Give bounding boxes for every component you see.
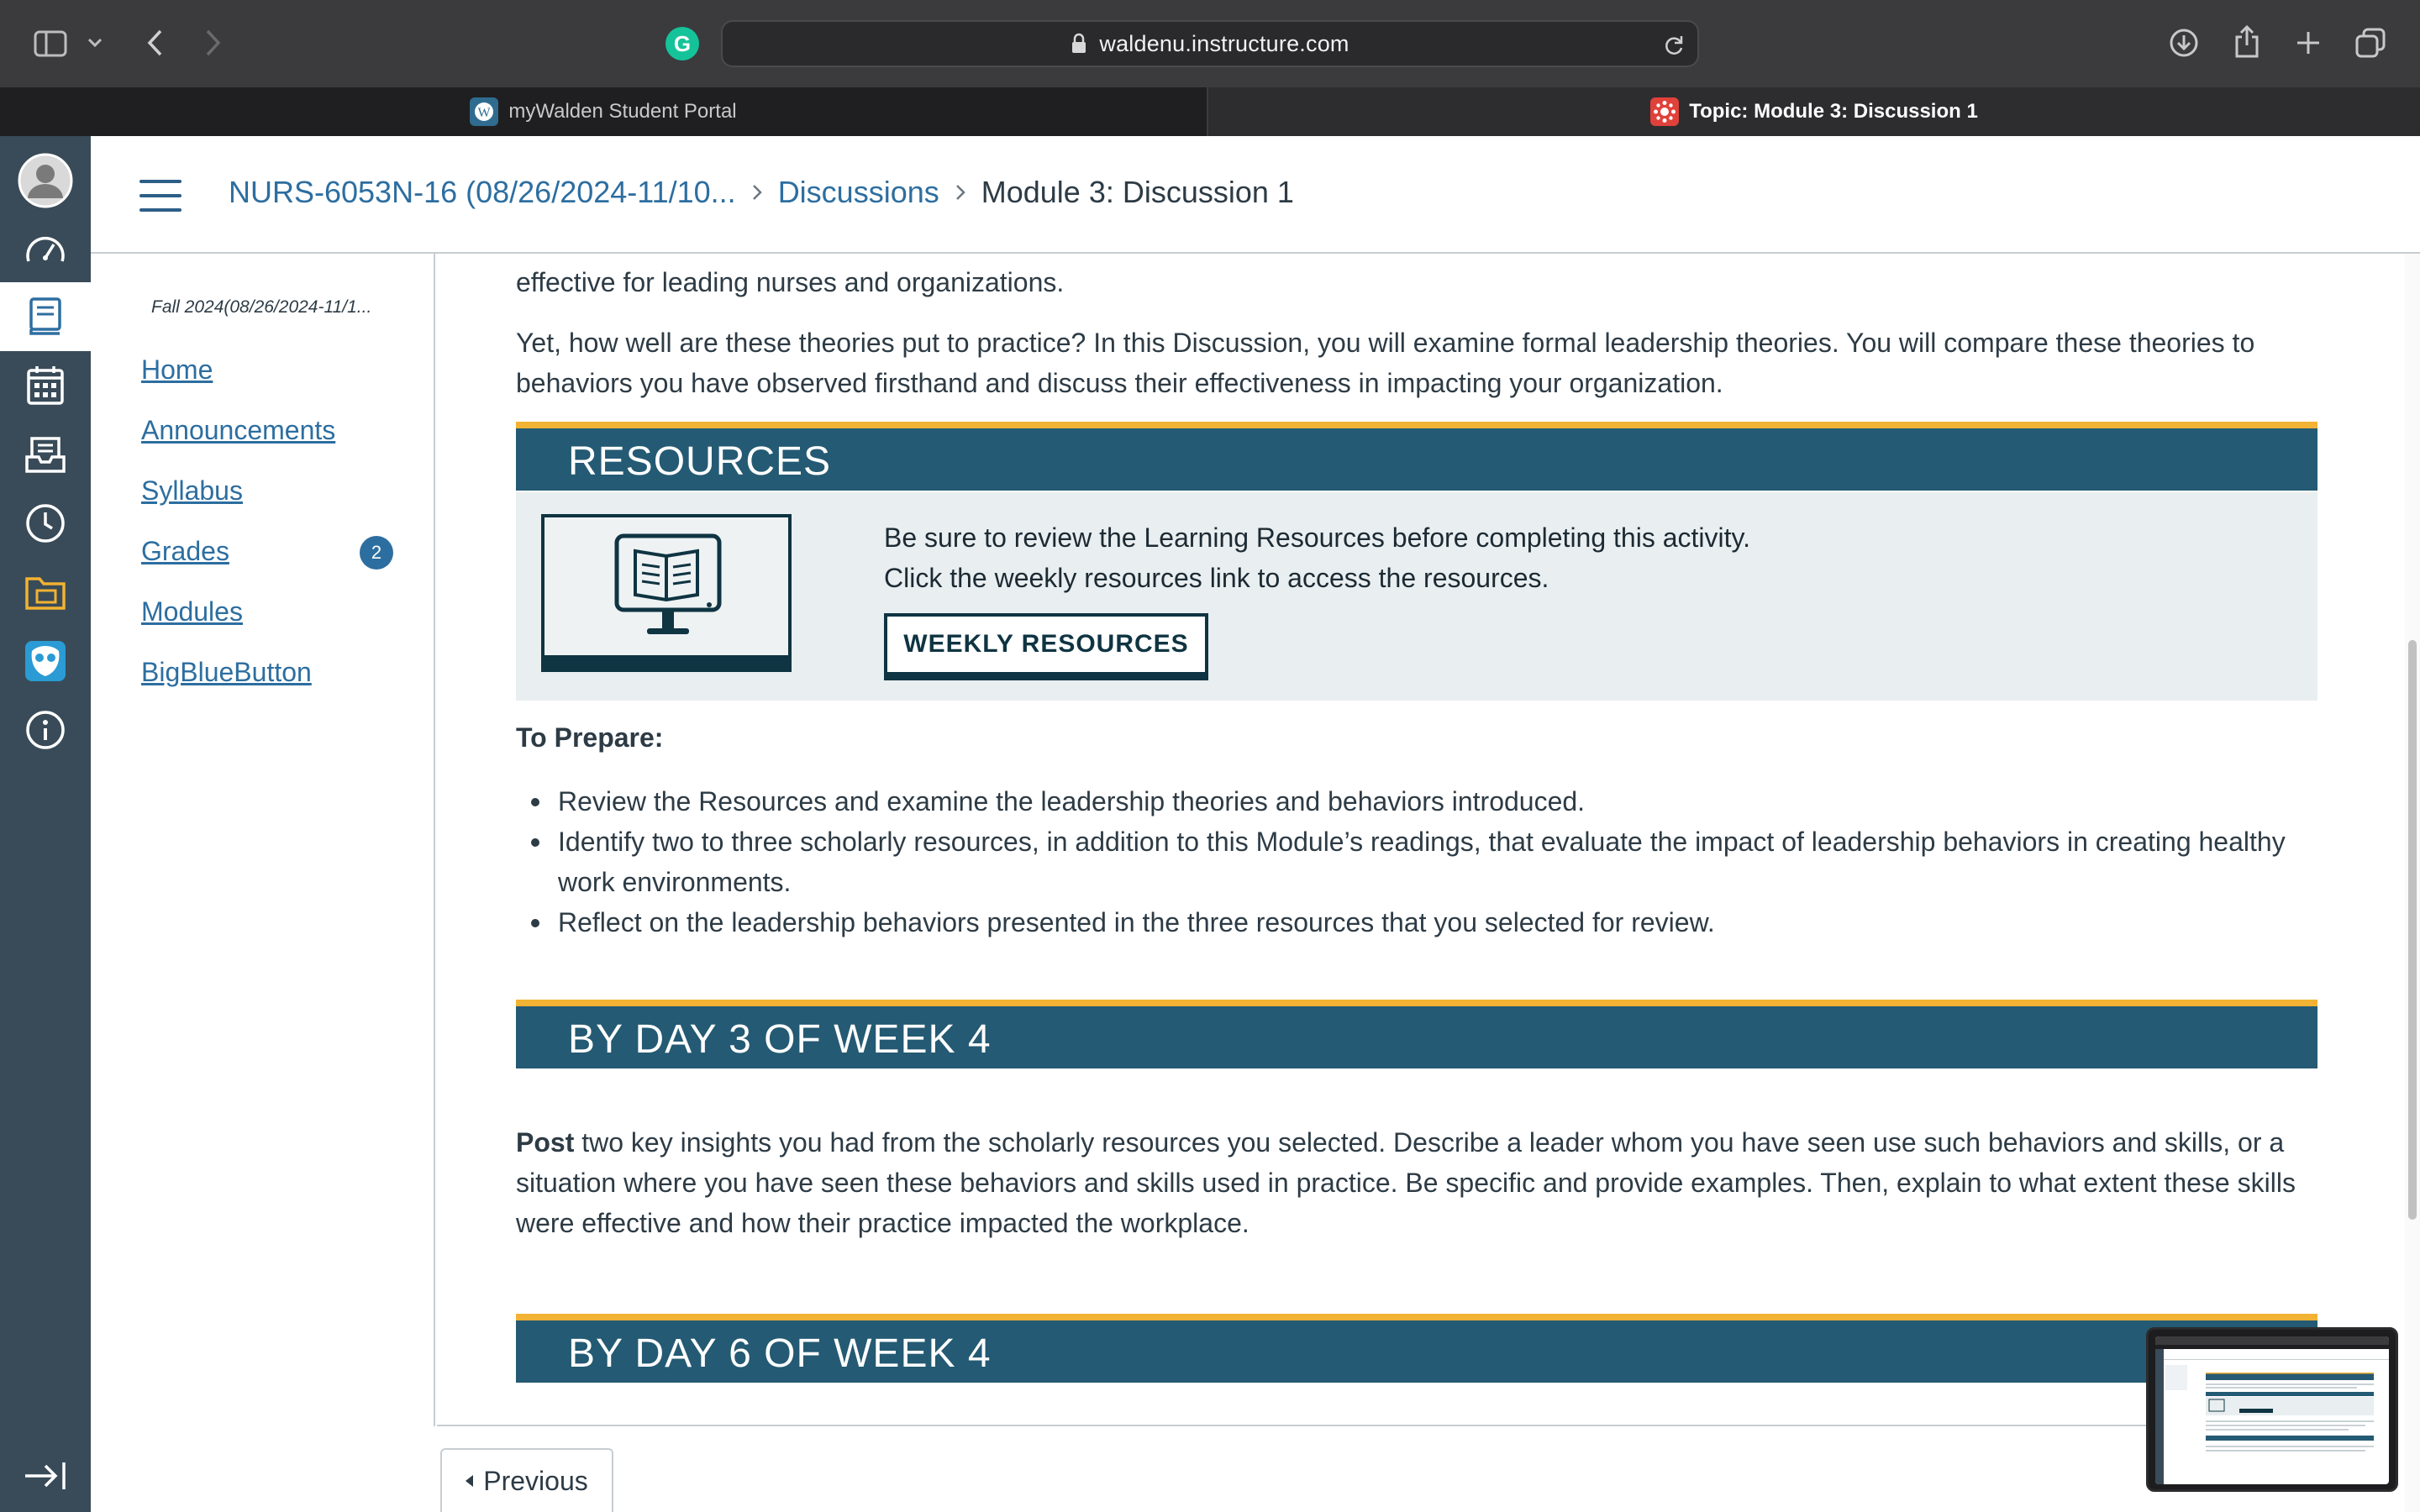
- weekly-resources-button[interactable]: WEEKLY RESOURCES: [884, 613, 1208, 680]
- sidebar-toggle-icon[interactable]: [32, 27, 69, 60]
- nav-link-home[interactable]: Home: [141, 354, 213, 386]
- dashboard-icon[interactable]: [0, 215, 91, 284]
- nav-link-grades[interactable]: Grades: [141, 536, 229, 567]
- help-info-icon[interactable]: [0, 696, 91, 764]
- thumbnail-preview: [2155, 1336, 2389, 1484]
- previous-arrow-icon: [466, 1475, 474, 1487]
- list-item: Review the Resources and examine the lea…: [531, 781, 2331, 822]
- grammarly-letter: G: [673, 30, 692, 56]
- breadcrumb-chevron-icon: [955, 183, 966, 202]
- footer-divider: [437, 1425, 2388, 1426]
- new-tab-icon[interactable]: [2291, 25, 2326, 60]
- back-icon[interactable]: [141, 25, 168, 60]
- tab-bar: W myWalden Student Portal Topic: Module …: [0, 87, 2420, 136]
- global-navigation: [0, 136, 91, 1512]
- list-item: Identify two to three scholarly resource…: [531, 822, 2331, 902]
- list-item: Reflect on the leadership behaviors pres…: [531, 902, 2331, 942]
- day6-banner: BY DAY 6 OF WEEK 4: [516, 1314, 2317, 1383]
- computer-book-icon: [541, 514, 792, 672]
- resources-heading: RESOURCES: [568, 439, 832, 484]
- svg-text:W: W: [478, 106, 492, 120]
- tab-label: Topic: Module 3: Discussion 1: [1689, 100, 1978, 123]
- page-header: NURS-6053N-16 (08/26/2024-11/10... Discu…: [91, 136, 2420, 254]
- walden-favicon-icon: W: [470, 97, 499, 126]
- screenshot-thumbnail[interactable]: [2146, 1327, 2398, 1492]
- chevron-down-icon[interactable]: [84, 32, 106, 54]
- download-icon[interactable]: [2166, 25, 2202, 60]
- course-menu-hamburger-icon[interactable]: [139, 180, 182, 212]
- tab-label: myWalden Student Portal: [508, 100, 737, 123]
- breadcrumb-course-link[interactable]: NURS-6053N-16 (08/26/2024-11/10...: [229, 175, 736, 210]
- discussion-content: effective for leading nurses and organiz…: [437, 254, 2388, 1426]
- resources-line-2: Click the weekly resources link to acces…: [884, 563, 1549, 593]
- previous-label: Previous: [483, 1465, 588, 1496]
- nav-link-syllabus[interactable]: Syllabus: [141, 475, 243, 507]
- day3-heading: BY DAY 3 OF WEEK 4: [568, 1017, 992, 1062]
- courses-icon[interactable]: [0, 282, 91, 351]
- inbox-icon[interactable]: [0, 420, 91, 489]
- nav-link-bigbluebutton[interactable]: BigBlueButton: [141, 657, 312, 688]
- reload-icon[interactable]: [1662, 34, 1686, 57]
- commons-folder-icon[interactable]: [0, 558, 91, 627]
- resources-instructions: Be sure to review the Learning Resources…: [884, 517, 1750, 598]
- breadcrumb-current: Module 3: Discussion 1: [981, 175, 1294, 209]
- nav-link-announcements[interactable]: Announcements: [141, 415, 335, 446]
- studio-owl-icon[interactable]: [0, 627, 91, 696]
- breadcrumb: NURS-6053N-16 (08/26/2024-11/10... Discu…: [229, 175, 1294, 210]
- grammarly-extension-icon[interactable]: G: [666, 27, 699, 60]
- day6-heading: BY DAY 6 OF WEEK 4: [568, 1331, 992, 1376]
- post-emphasis: Post: [516, 1127, 575, 1158]
- tab-mywalden[interactable]: W myWalden Student Portal: [0, 87, 1207, 136]
- scrollbar-thumb[interactable]: [2408, 640, 2417, 1220]
- browser-toolbar: G waldenu.instructure.com: [0, 0, 2420, 87]
- to-prepare-heading: To Prepare:: [516, 722, 664, 753]
- day3-banner: BY DAY 3 OF WEEK 4: [516, 1000, 2317, 1068]
- account-avatar-icon[interactable]: [0, 143, 91, 218]
- nav-link-modules[interactable]: Modules: [141, 596, 243, 627]
- tab-discussion[interactable]: Topic: Module 3: Discussion 1: [1208, 87, 2420, 136]
- calendar-icon[interactable]: [0, 351, 91, 420]
- canvas-favicon-icon: [1650, 97, 1680, 126]
- grades-count-badge: 2: [360, 536, 393, 570]
- course-term: Fall 2024(08/26/2024-11/1...: [151, 297, 372, 317]
- prepare-list: Review the Resources and examine the lea…: [531, 781, 2331, 942]
- intro-paragraph: Yet, how well are these theories put to …: [516, 328, 2255, 398]
- course-navigation: Fall 2024(08/26/2024-11/1... Home Announ…: [91, 254, 435, 1426]
- resources-panel: Be sure to review the Learning Resources…: [516, 492, 2317, 701]
- resources-line-1: Be sure to review the Learning Resources…: [884, 522, 1751, 553]
- history-clock-icon[interactable]: [0, 489, 91, 558]
- previous-button[interactable]: Previous: [440, 1448, 613, 1512]
- lock-icon: [1072, 33, 1086, 53]
- day3-paragraph: Post two key insights you had from the s…: [516, 1122, 2331, 1243]
- breadcrumb-chevron-icon: [751, 183, 763, 202]
- day3-text: two key insights you had from the schola…: [516, 1127, 2296, 1238]
- forward-icon[interactable]: [200, 25, 227, 60]
- tab-overview-icon[interactable]: [2353, 25, 2388, 60]
- breadcrumb-discussions-link[interactable]: Discussions: [778, 175, 939, 210]
- address-bar[interactable]: waldenu.instructure.com: [721, 20, 1699, 67]
- collapse-nav-icon[interactable]: [0, 1441, 91, 1510]
- url-text: waldenu.instructure.com: [1099, 30, 1349, 56]
- page-scrollbar[interactable]: [2405, 254, 2420, 1512]
- intro-tail-text: effective for leading nurses and organiz…: [516, 267, 1065, 297]
- share-icon[interactable]: [2230, 24, 2264, 60]
- resources-banner: RESOURCES: [516, 422, 2317, 491]
